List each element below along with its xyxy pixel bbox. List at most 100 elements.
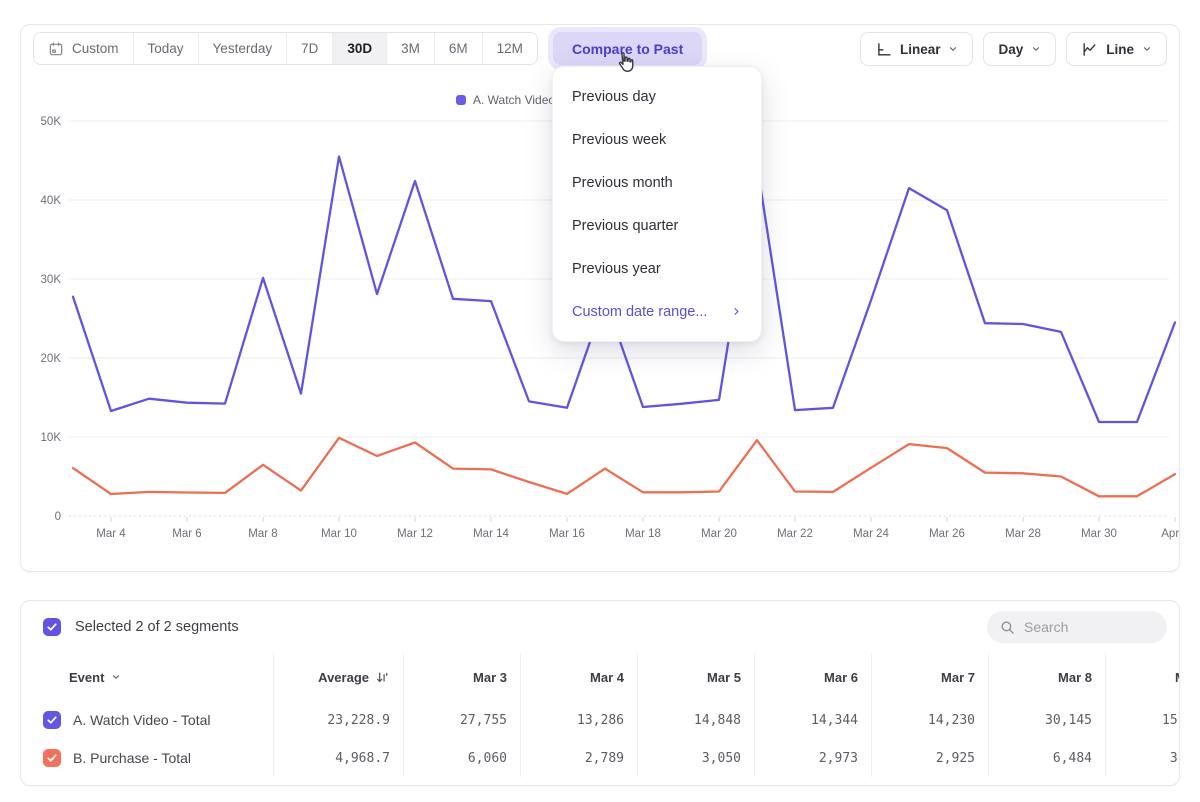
date-range-segmented-control: Custom Today Yesterday 7D 30D 3M 6M 12M [33, 32, 538, 65]
range-button-7d[interactable]: 7D [287, 33, 333, 64]
chevron-right-icon [731, 306, 742, 317]
segments-table-card: Selected 2 of 2 segments Event Average Mar… [20, 600, 1180, 786]
x-axis-label: Mar 4 [96, 528, 126, 540]
table-cell: 14,344 [754, 701, 871, 739]
range-button-label: Yesterday [213, 41, 273, 56]
segments-table: EventAverageMar 3Mar 4Mar 5Mar 6Mar 7Mar… [21, 653, 1179, 777]
x-axis-label: Apr 1 [1161, 528, 1181, 540]
table-cell: 6,060 [403, 739, 520, 777]
legend-item-watch-video[interactable]: A. Watch Video [456, 93, 555, 107]
y-axis-label: 20K [41, 353, 62, 365]
column-header-label: Average [318, 670, 369, 685]
x-axis-label: Mar 14 [473, 528, 509, 540]
select-all-checkbox[interactable] [43, 618, 61, 636]
line-chart-icon [1081, 41, 1098, 58]
table-cell: 6,484 [988, 739, 1105, 777]
range-button-label: 30D [347, 41, 372, 56]
x-axis-label: Mar 12 [397, 528, 433, 540]
event-cell: B. Purchase - Total [21, 739, 273, 777]
x-axis-label: Mar 24 [853, 528, 889, 540]
y-axis-label: 0 [55, 511, 61, 523]
chevron-down-icon [1142, 44, 1152, 54]
table-cell: 15,489 [1105, 701, 1180, 739]
chevron-down-icon [1031, 44, 1041, 54]
x-axis-label: Mar 6 [172, 528, 201, 540]
chart-type-label: Line [1106, 42, 1134, 57]
table-cell: 2,925 [871, 739, 988, 777]
segment-checkbox[interactable] [43, 749, 61, 767]
table-cell: 13,286 [520, 701, 637, 739]
menu-item-custom-date-range[interactable]: Custom date range... [553, 290, 761, 333]
compare-to-past-button[interactable]: Compare to Past [553, 32, 702, 65]
table-row-purchase: B. Purchase - Total 4,968.76,0602,7893,05… [21, 739, 1180, 777]
menu-item-previous-day[interactable]: Previous day [553, 75, 761, 118]
menu-item-previous-month[interactable]: Previous month [553, 161, 761, 204]
event-cell: A. Watch Video - Total [21, 701, 273, 739]
x-axis-label: Mar 18 [625, 528, 661, 540]
analytics-dashboard: { "colors": { "accent_purple": "#6254e0"… [0, 0, 1200, 802]
search-field[interactable] [1024, 619, 1144, 635]
range-button-label: 3M [401, 41, 420, 56]
x-axis-label: Mar 28 [1005, 528, 1041, 540]
x-axis-label: Mar 30 [1081, 528, 1117, 540]
interval-label: Day [998, 42, 1023, 57]
x-axis-label: Mar 16 [549, 528, 585, 540]
column-header-mar-7: Mar 7 [871, 653, 988, 701]
table-cell: 2,789 [520, 739, 637, 777]
column-header-mar-4: Mar 4 [520, 653, 637, 701]
range-button-label: 7D [301, 41, 318, 56]
search-icon [999, 619, 1016, 636]
chart-type-dropdown[interactable]: Line [1066, 32, 1167, 66]
chevron-down-icon [948, 44, 958, 54]
x-axis-label: Mar 8 [248, 528, 277, 540]
column-header-event[interactable]: Event [21, 653, 273, 701]
table-cell: 3,050 [637, 739, 754, 777]
column-header-label: Event [69, 670, 104, 685]
scale-label: Linear [900, 42, 941, 57]
table-cell: 2,973 [754, 739, 871, 777]
search-input[interactable] [987, 611, 1167, 643]
menu-item-label: Custom date range... [572, 304, 707, 320]
segments-header: Selected 2 of 2 segments [21, 601, 1179, 653]
table-cell: 30,145 [988, 701, 1105, 739]
axis-scale-icon [875, 41, 892, 58]
x-axis-label: Mar 20 [701, 528, 737, 540]
column-header-mar-8: Mar 8 [988, 653, 1105, 701]
menu-item-previous-year[interactable]: Previous year [553, 247, 761, 290]
range-button-custom[interactable]: Custom [34, 33, 134, 64]
table-cell: 14,848 [637, 701, 754, 739]
interval-dropdown[interactable]: Day [983, 32, 1056, 66]
y-axis-label: 30K [41, 274, 62, 286]
column-header-mar-3: Mar 3 [403, 653, 520, 701]
range-button-label: 6M [449, 41, 468, 56]
table-cell: 4,968.7 [273, 739, 403, 777]
series-line-purchase [73, 438, 1175, 497]
range-button-3m[interactable]: 3M [387, 33, 435, 64]
range-button-30d[interactable]: 30D [333, 33, 387, 64]
column-header-mar-5: Mar 5 [637, 653, 754, 701]
range-button-yesterday[interactable]: Yesterday [199, 33, 288, 64]
segment-label: B. Purchase - Total [73, 750, 191, 766]
calendar-icon [48, 41, 64, 57]
column-header-mar-9: Mar 9 [1105, 653, 1180, 701]
menu-item-previous-week[interactable]: Previous week [553, 118, 761, 161]
range-button-label: 12M [497, 41, 523, 56]
column-header-mar-6: Mar 6 [754, 653, 871, 701]
table-header-row: EventAverageMar 3Mar 4Mar 5Mar 6Mar 7Mar… [21, 653, 1180, 701]
segment-checkbox[interactable] [43, 711, 61, 729]
x-axis-label: Mar 10 [321, 528, 357, 540]
menu-item-previous-quarter[interactable]: Previous quarter [553, 204, 761, 247]
range-button-today[interactable]: Today [134, 33, 199, 64]
scale-dropdown[interactable]: Linear [860, 32, 974, 66]
compare-to-past-menu: Previous dayPrevious weekPrevious monthP… [552, 66, 762, 342]
range-button-12m[interactable]: 12M [483, 33, 537, 64]
sort-descending-icon[interactable] [375, 670, 390, 685]
range-button-label: Custom [72, 41, 119, 56]
chart-options-group: Linear Day Line [860, 32, 1167, 66]
column-header-average[interactable]: Average [273, 653, 403, 701]
chevron-down-icon [111, 672, 121, 682]
range-button-6m[interactable]: 6M [435, 33, 483, 64]
segment-label: A. Watch Video - Total [73, 712, 210, 728]
range-button-label: Today [148, 41, 184, 56]
table-cell: 27,755 [403, 701, 520, 739]
